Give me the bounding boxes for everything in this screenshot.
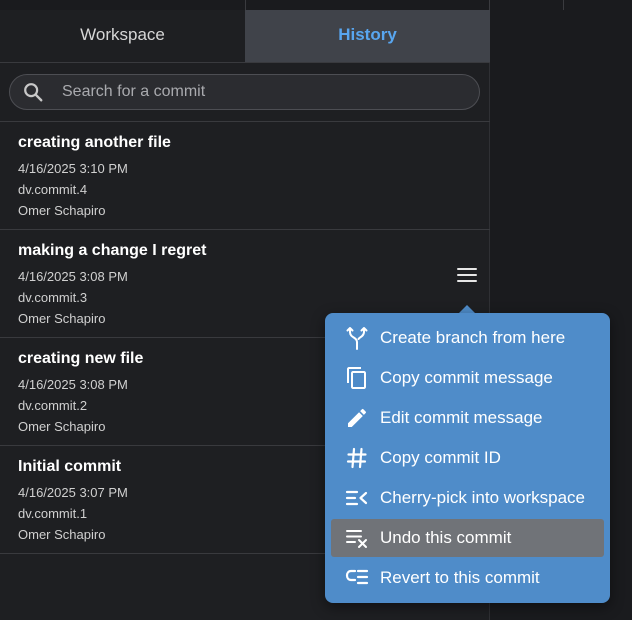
copy-icon [347, 367, 366, 389]
menu-item-label: Cherry-pick into workspace [380, 488, 586, 507]
commit-date: 4/16/2025 3:08 PM [18, 269, 128, 284]
menu-item-label: Create branch from here [380, 328, 566, 347]
commit-author: Omer Schapiro [18, 527, 106, 542]
search-box [9, 74, 480, 110]
commit-id: dv.commit.4 [18, 182, 88, 197]
menu-item-copy-id[interactable]: Copy commit ID [331, 439, 604, 477]
tab-bar: Workspace History [0, 10, 490, 63]
menu-item-label: Undo this commit [380, 528, 512, 547]
top-strip-divider [245, 0, 246, 10]
commit-author: Omer Schapiro [18, 419, 106, 434]
commit-id: dv.commit.3 [18, 290, 88, 305]
hamburger-menu-icon[interactable] [452, 263, 482, 287]
commit-title: Initial commit [18, 458, 122, 475]
hash-icon [346, 447, 367, 469]
pencil-icon [348, 408, 367, 427]
search-icon [24, 83, 43, 102]
tab-workspace[interactable]: Workspace [0, 10, 245, 62]
menu-item-revert[interactable]: Revert to this commit [331, 559, 604, 597]
commit-title: creating new file [18, 350, 144, 367]
menu-item-edit-message[interactable]: Edit commit message [331, 399, 604, 437]
commit-title: creating another file [18, 134, 171, 151]
branch-icon [346, 327, 368, 350]
menu-item-label: Copy commit ID [380, 448, 501, 467]
commit-title: making a change I regret [18, 242, 207, 259]
commit-author: Omer Schapiro [18, 311, 106, 326]
commit-id: dv.commit.1 [18, 506, 88, 521]
commit-date: 4/16/2025 3:08 PM [18, 377, 128, 392]
menu-item-copy-message[interactable]: Copy commit message [331, 359, 604, 397]
commit-author: Omer Schapiro [18, 203, 106, 218]
top-strip [0, 0, 632, 10]
menu-item-label: Revert to this commit [380, 568, 540, 587]
undo-commit-icon [346, 530, 367, 548]
tab-history[interactable]: History [245, 10, 490, 62]
hamburger-line [457, 280, 477, 282]
search-input[interactable] [62, 75, 462, 109]
menu-item-cherry-pick[interactable]: Cherry-pick into workspace [331, 479, 604, 517]
menu-item-undo-commit[interactable]: Undo this commit [331, 519, 604, 557]
commit-row[interactable]: creating another file 4/16/2025 3:10 PM … [0, 122, 490, 230]
menu-item-label: Edit commit message [380, 408, 543, 427]
hamburger-line [457, 274, 477, 276]
revert-icon [345, 569, 369, 585]
hamburger-line [457, 268, 477, 270]
cherry-pick-icon [345, 490, 368, 506]
menu-item-create-branch[interactable]: Create branch from here [331, 319, 604, 357]
commit-date: 4/16/2025 3:10 PM [18, 161, 128, 176]
menu-item-label: Copy commit message [380, 368, 553, 387]
commit-date: 4/16/2025 3:07 PM [18, 485, 128, 500]
commit-context-menu: Create branch from here Copy commit mess… [325, 313, 610, 603]
top-strip-divider [489, 0, 490, 10]
commit-id: dv.commit.2 [18, 398, 88, 413]
top-strip-divider [563, 0, 564, 10]
